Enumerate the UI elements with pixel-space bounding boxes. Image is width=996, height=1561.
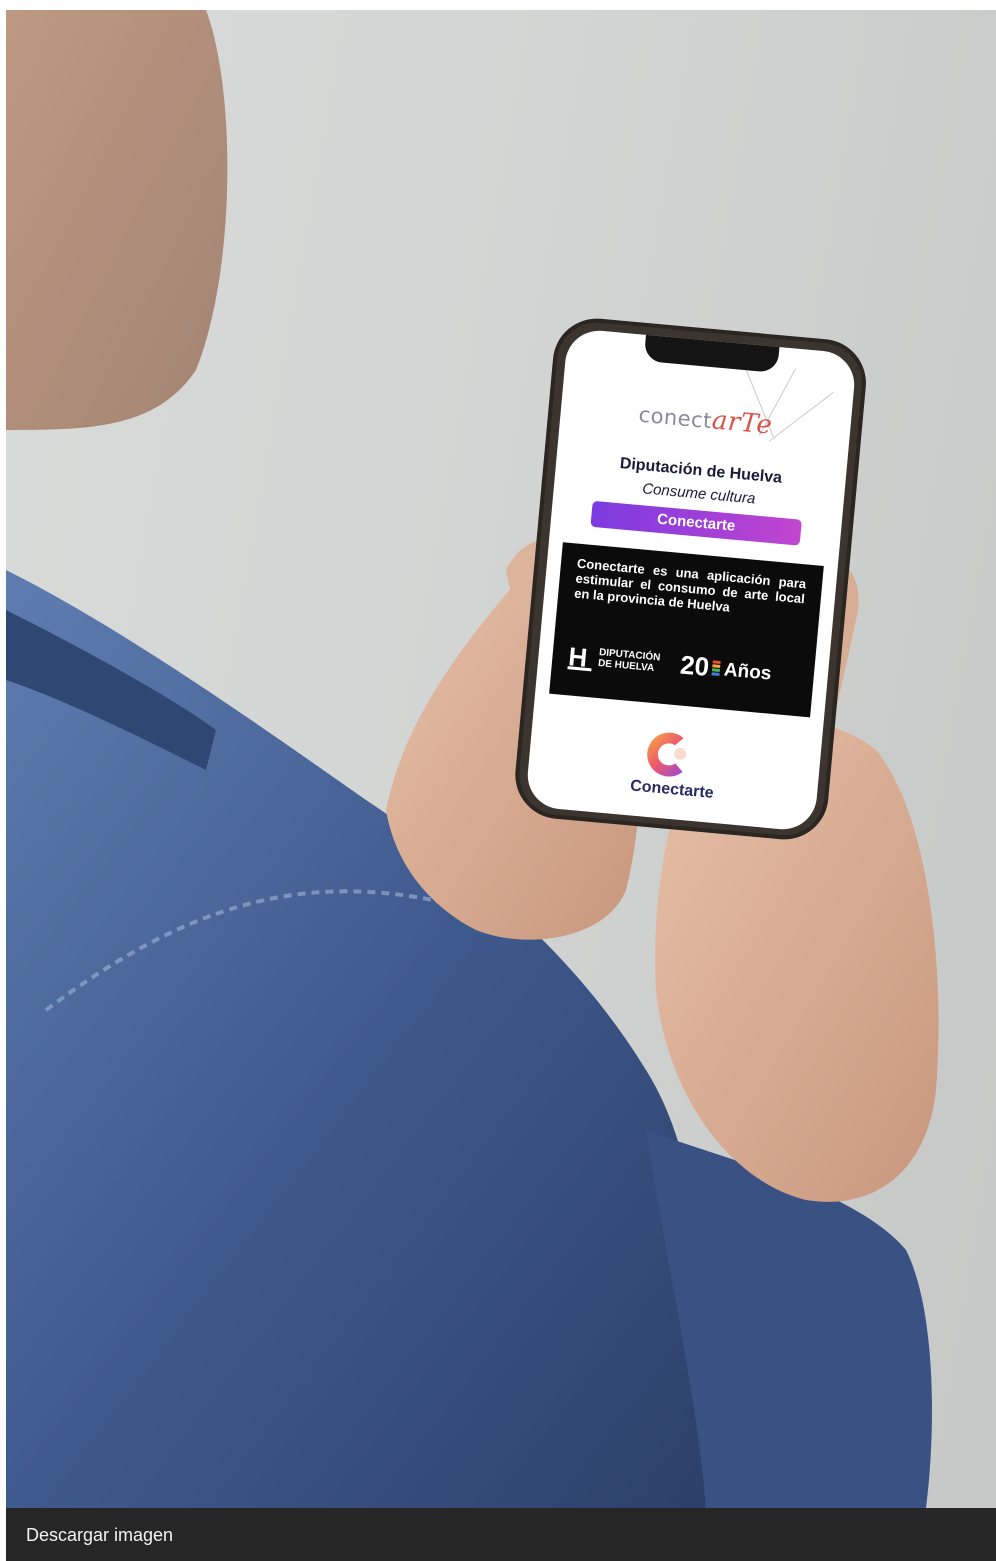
conectarte-app-icon bbox=[647, 732, 687, 777]
partner-logos: H DIPUTACIÓN DE HUELVA 20 Años bbox=[567, 641, 803, 696]
info-box: Conectarte es una aplicación para estimu… bbox=[549, 542, 824, 718]
photo: conectarTe Diputación de Huelva Consume … bbox=[6, 10, 996, 1508]
diputacion-logo-text: DIPUTACIÓN DE HUELVA bbox=[598, 647, 661, 674]
anniversary-color-bars-icon bbox=[711, 660, 721, 676]
logo-prefix: conect bbox=[637, 402, 713, 434]
anniversary-word: Años bbox=[723, 659, 773, 685]
diputacion-logo-mark: H bbox=[567, 641, 594, 673]
download-image-link[interactable]: Descargar imagen bbox=[26, 1525, 173, 1546]
phone-screen: conectarTe Diputación de Huelva Consume … bbox=[524, 327, 858, 833]
info-text: Conectarte es una aplicación para estimu… bbox=[573, 555, 807, 615]
head-shape bbox=[6, 10, 228, 430]
logo-accent: arTe bbox=[710, 405, 774, 441]
caption-bar: Descargar imagen bbox=[6, 1508, 996, 1561]
photo-scene bbox=[6, 10, 939, 1508]
anniversary-number: 20 bbox=[678, 649, 711, 682]
